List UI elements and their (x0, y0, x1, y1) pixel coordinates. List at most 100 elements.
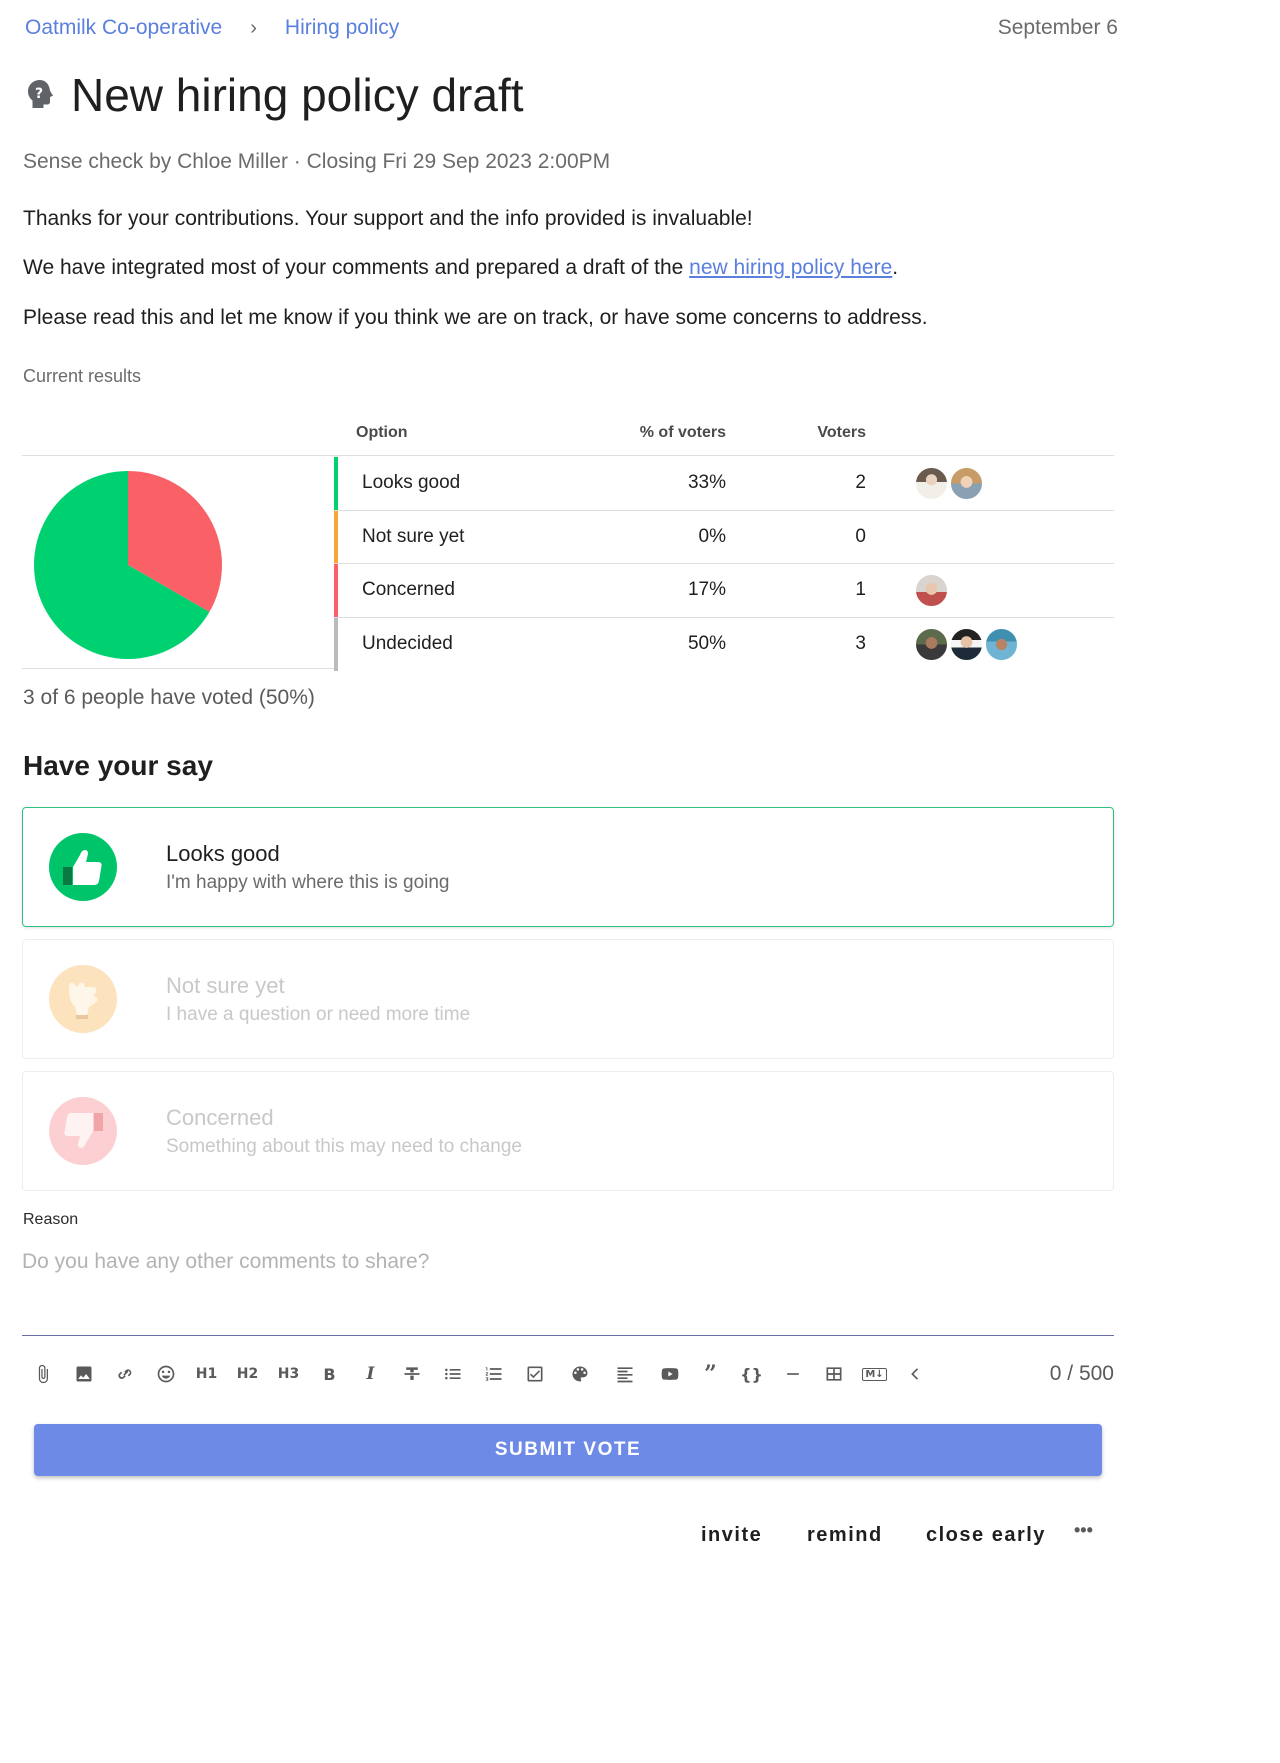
vote-option-title: Concerned (166, 1105, 274, 1130)
details-paragraph-1: Thanks for your contributions. Your supp… (23, 207, 753, 230)
option-percent: 0% (698, 525, 726, 547)
avatar[interactable] (949, 626, 984, 662)
details-paragraph-2: We have integrated most of your comments… (23, 256, 898, 280)
page-title: New hiring policy draft (71, 69, 524, 121)
option-color-bar (334, 617, 338, 671)
option-color-bar (334, 457, 338, 510)
details-paragraph-2-end: . (892, 256, 899, 279)
results-pie (22, 457, 334, 669)
insert-image-icon[interactable] (63, 1354, 104, 1394)
embed-video-icon[interactable] (649, 1354, 690, 1394)
option-name: Looks good (362, 472, 461, 493)
option-voter-count: 2 (855, 472, 866, 493)
submit-vote-button[interactable]: SUBMIT VOTE (34, 1424, 1102, 1476)
heading-3-button[interactable]: H3 (268, 1354, 309, 1394)
markdown-toggle-button[interactable]: M↓ (854, 1354, 895, 1394)
option-percent: 50% (687, 632, 726, 654)
header-option: Option (356, 424, 408, 441)
poll-page: Oatmilk Co-operative › Hiring policy Sep… (0, 0, 1138, 1763)
more-actions-icon[interactable]: ••• (1074, 1520, 1093, 1541)
option-color-bar (334, 510, 338, 563)
heading-2-button[interactable]: H2 (227, 1354, 268, 1394)
breadcrumb-group-link[interactable]: Oatmilk Co-operative (25, 16, 222, 40)
hiring-policy-link[interactable]: new hiring policy here (689, 256, 892, 279)
voted-summary: 3 of 6 people have voted (50%) (23, 686, 315, 709)
raised-hand-icon (49, 965, 117, 1033)
option-name: Concerned (362, 579, 455, 600)
vote-option-looks-good[interactable]: Looks good I'm happy with where this is … (22, 807, 1114, 927)
numbered-list-icon[interactable] (473, 1354, 514, 1394)
voter-avatars (914, 466, 984, 501)
avatar[interactable] (914, 466, 949, 501)
avatar[interactable] (984, 626, 1019, 662)
insert-link-icon[interactable] (104, 1354, 145, 1394)
heading-1-button[interactable]: H1 (186, 1354, 227, 1394)
bullet-list-icon[interactable] (432, 1354, 473, 1394)
attach-file-icon[interactable] (22, 1354, 63, 1394)
remind-button[interactable]: remind (807, 1524, 883, 1547)
vote-option-description: I have a question or need more time (166, 1004, 471, 1025)
vote-option-title: Not sure yet (166, 973, 285, 998)
breadcrumb-separator: › (250, 16, 257, 39)
invite-button[interactable]: invite (701, 1524, 762, 1547)
blockquote-button[interactable]: ” (690, 1354, 731, 1394)
option-name: Not sure yet (362, 525, 465, 547)
title-row: ? New hiring policy draft (25, 68, 524, 122)
vote-option-concerned[interactable]: Concerned Something about this may need … (22, 1071, 1114, 1191)
result-row-undecided: Undecided 50% 3 (334, 617, 1114, 671)
svg-text:?: ? (35, 86, 43, 102)
markdown-label: M↓ (862, 1367, 887, 1381)
result-row-not-sure-yet: Not sure yet 0% 0 (334, 510, 1114, 564)
vote-option-not-sure-yet[interactable]: Not sure yet I have a question or need m… (22, 939, 1114, 1059)
sense-check-head-icon: ? (28, 80, 53, 108)
close-early-button[interactable]: close early (926, 1524, 1046, 1547)
breadcrumb-thread-link[interactable]: Hiring policy (285, 16, 399, 40)
option-name: Undecided (362, 632, 453, 654)
checklist-icon[interactable] (514, 1354, 555, 1394)
strikethrough-icon[interactable] (391, 1354, 432, 1394)
pie-chart (34, 471, 222, 659)
details-paragraph-3: Please read this and let me know if you … (23, 306, 928, 329)
align-left-icon[interactable] (604, 1354, 645, 1394)
character-counter: 0 / 500 (1049, 1362, 1114, 1385)
reason-input[interactable] (22, 1244, 1114, 1336)
bold-button[interactable]: B (309, 1354, 350, 1394)
horizontal-rule-icon[interactable] (772, 1354, 813, 1394)
option-color-bar (334, 564, 338, 617)
option-voter-count: 1 (855, 579, 866, 600)
voter-avatars (914, 626, 1019, 662)
option-percent: 33% (687, 472, 726, 493)
text-color-palette-icon[interactable] (559, 1354, 600, 1394)
results-table: Option % of voters Voters Looks good 33%… (22, 412, 1114, 671)
header-percent: % of voters (639, 424, 726, 441)
poll-subtitle: Sense check by Chloe Miller · Closing Fr… (23, 150, 611, 173)
vote-option-description: Something about this may need to change (166, 1136, 522, 1157)
option-percent: 17% (687, 579, 726, 600)
option-voter-count: 3 (855, 632, 866, 654)
emoji-icon[interactable] (145, 1354, 186, 1394)
results-rows: Looks good 33% 2 Not sure yet 0% 0 Conce… (334, 457, 1114, 671)
result-row-concerned: Concerned 17% 1 (334, 564, 1114, 618)
thumbs-down-icon (49, 1097, 117, 1165)
collapse-toolbar-icon[interactable] (895, 1354, 936, 1394)
insert-table-icon[interactable] (813, 1354, 854, 1394)
editor-toolbar: H1 H2 H3 B I ” {} M↓ 0 / 500 (22, 1354, 1114, 1394)
option-voter-count: 0 (855, 525, 866, 547)
results-header: Option % of voters Voters (22, 412, 1114, 456)
italic-button[interactable]: I (350, 1354, 391, 1394)
poll-date: September 6 (997, 16, 1118, 39)
vote-option-description: I'm happy with where this is going (166, 872, 450, 893)
thumbs-up-icon (49, 833, 117, 901)
avatar[interactable] (914, 573, 949, 608)
reason-label: Reason (23, 1211, 79, 1228)
current-results-label: Current results (23, 366, 142, 386)
voter-avatars (914, 573, 949, 608)
code-block-button[interactable]: {} (731, 1354, 772, 1394)
avatar[interactable] (914, 626, 949, 662)
have-your-say-heading: Have your say (23, 750, 213, 781)
details-paragraph-2-text: We have integrated most of your comments… (23, 256, 690, 279)
header-voters: Voters (817, 424, 866, 441)
avatar[interactable] (949, 466, 984, 501)
result-row-looks-good: Looks good 33% 2 (334, 457, 1114, 511)
breadcrumb: Oatmilk Co-operative › Hiring policy (25, 16, 399, 40)
